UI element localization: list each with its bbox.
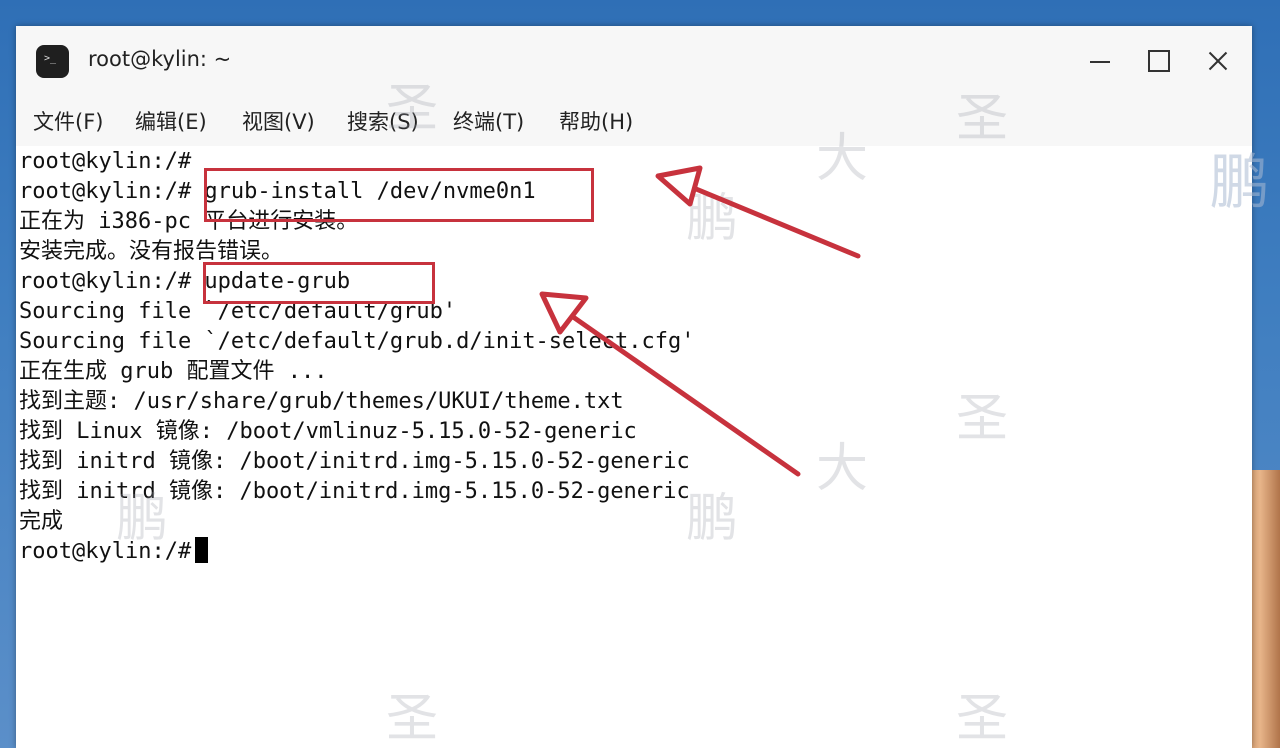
terminal-line: 找到 initrd 镜像: /boot/initrd.img-5.15.0-52… [19,479,690,504]
terminal-app-icon [36,45,69,78]
terminal-line: 找到 initrd 镜像: /boot/initrd.img-5.15.0-52… [19,449,690,474]
terminal-line: 找到主题: /usr/share/grub/themes/UKUI/theme.… [19,389,624,414]
menu-help[interactable]: 帮助(H) [559,106,633,136]
close-icon[interactable] [1198,44,1238,78]
minimize-icon[interactable] [1080,44,1120,78]
highlight-update-grub [203,262,435,304]
terminal-prompt-line: root@kylin:/# [19,537,209,567]
terminal-line: 找到 Linux 镜像: /boot/vmlinuz-5.15.0-52-gen… [19,419,637,444]
terminal-output[interactable]: root@kylin:/# root@kylin:/# grub-install… [16,146,1252,748]
menu-edit[interactable]: 编辑(E) [135,106,207,136]
window-title: root@kylin: ~ [88,47,232,71]
menu-terminal[interactable]: 终端(T) [453,106,524,136]
menu-bar: 文件(F) 编辑(E) 视图(V) 搜索(S) 终端(T) 帮助(H) [16,96,1252,146]
highlight-grub-install [204,168,594,222]
terminal-line: Sourcing file `/etc/default/grub.d/init-… [19,329,695,354]
text-cursor [195,537,209,563]
terminal-line: 完成 [19,509,64,534]
menu-search[interactable]: 搜索(S) [347,106,419,136]
menu-file[interactable]: 文件(F) [33,106,103,136]
terminal-line: 正在生成 grub 配置文件 ... [19,359,328,384]
terminal-line: root@kylin:/# [19,149,192,174]
maximize-icon[interactable] [1138,44,1178,78]
desktop-watermark: 鹏 [1199,150,1269,210]
terminal-prompt: root@kylin:/# [19,539,192,564]
menu-view[interactable]: 视图(V) [242,106,315,136]
terminal-window: root@kylin: ~ 文件(F) 编辑(E) 视图(V) 搜索(S) 终端… [16,26,1252,748]
title-bar[interactable]: root@kylin: ~ [16,26,1252,96]
